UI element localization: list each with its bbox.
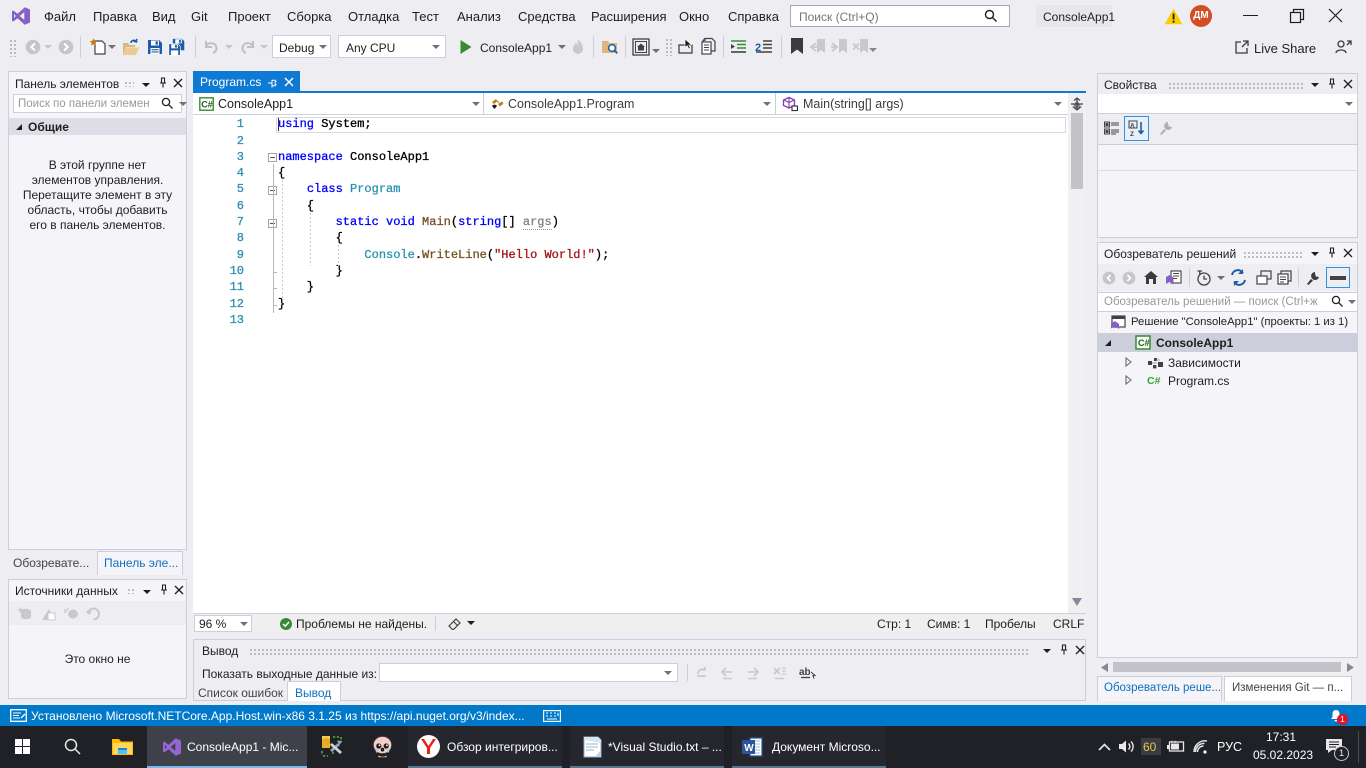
- svg-text:C#: C#: [1138, 338, 1150, 348]
- svg-text:A: A: [1130, 123, 1135, 130]
- svg-text:ab: ab: [799, 667, 811, 678]
- svg-text:C#: C#: [201, 100, 213, 110]
- svg-text:Z: Z: [1130, 131, 1134, 137]
- svg-text:W: W: [744, 743, 754, 754]
- svg-text:C#: C#: [1147, 375, 1161, 387]
